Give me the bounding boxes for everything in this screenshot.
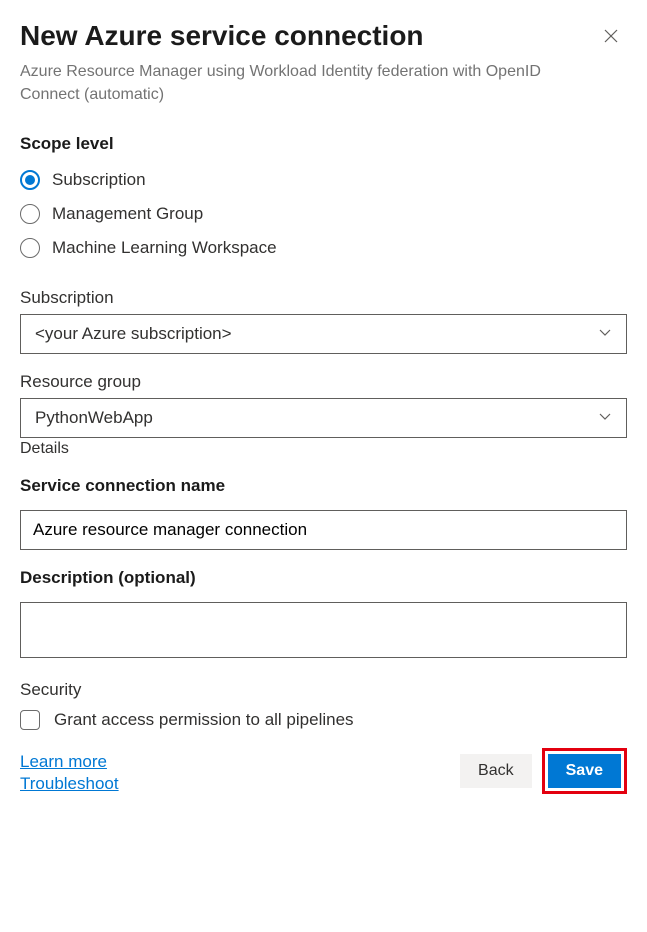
save-highlight-box: Save: [542, 748, 627, 794]
subscription-value: <your Azure subscription>: [35, 324, 232, 344]
chevron-down-icon: [598, 408, 612, 428]
resource-group-label: Resource group: [20, 372, 627, 392]
radio-label: Subscription: [52, 170, 146, 190]
subscription-field: Subscription <your Azure subscription>: [20, 288, 627, 354]
subscription-label: Subscription: [20, 288, 627, 308]
save-button[interactable]: Save: [548, 754, 621, 788]
footer-links: Learn more Troubleshoot: [20, 752, 119, 794]
scope-option-subscription[interactable]: Subscription: [20, 168, 627, 192]
radio-icon: [20, 204, 40, 224]
troubleshoot-link[interactable]: Troubleshoot: [20, 774, 119, 794]
service-name-label: Service connection name: [20, 476, 627, 496]
dialog-footer: Learn more Troubleshoot Back Save: [20, 748, 627, 794]
chevron-down-icon: [598, 324, 612, 344]
scope-level-heading: Scope level: [20, 134, 627, 154]
grant-access-label: Grant access permission to all pipelines: [54, 710, 354, 730]
scope-radio-group: Subscription Management Group Machine Le…: [20, 168, 627, 260]
page-title: New Azure service connection: [20, 20, 424, 52]
learn-more-link[interactable]: Learn more: [20, 752, 119, 772]
close-icon[interactable]: [595, 20, 627, 56]
service-name-input[interactable]: [20, 510, 627, 550]
subscription-dropdown[interactable]: <your Azure subscription>: [20, 314, 627, 354]
radio-label: Management Group: [52, 204, 203, 224]
description-label: Description (optional): [20, 568, 627, 588]
radio-icon: [20, 238, 40, 258]
description-input[interactable]: [20, 602, 627, 658]
radio-label: Machine Learning Workspace: [52, 238, 277, 258]
page-subtitle: Azure Resource Manager using Workload Id…: [20, 60, 570, 106]
security-heading: Security: [20, 680, 627, 700]
scope-option-management-group[interactable]: Management Group: [20, 202, 627, 226]
description-field: Description (optional): [20, 568, 627, 662]
details-label: Details: [20, 440, 627, 458]
footer-buttons: Back Save: [460, 748, 627, 794]
back-button[interactable]: Back: [460, 754, 532, 788]
grant-access-checkbox-row[interactable]: Grant access permission to all pipelines: [20, 710, 627, 730]
resource-group-value: PythonWebApp: [35, 408, 153, 428]
dialog-header: New Azure service connection: [20, 20, 627, 56]
service-name-field: Service connection name: [20, 476, 627, 550]
radio-icon: [20, 170, 40, 190]
resource-group-dropdown[interactable]: PythonWebApp: [20, 398, 627, 438]
resource-group-field: Resource group PythonWebApp Details: [20, 372, 627, 458]
scope-option-ml-workspace[interactable]: Machine Learning Workspace: [20, 236, 627, 260]
checkbox-icon[interactable]: [20, 710, 40, 730]
